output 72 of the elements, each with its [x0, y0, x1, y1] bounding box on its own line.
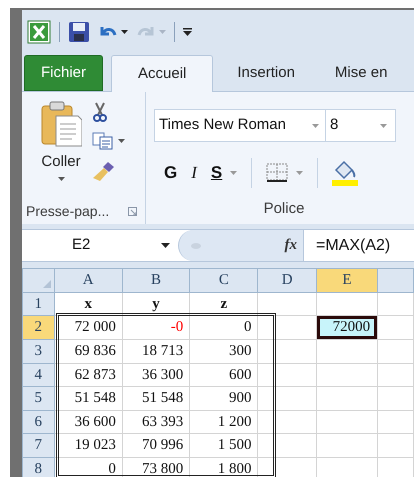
column-header[interactable]: D [258, 268, 316, 292]
column-header[interactable]: C [190, 268, 258, 292]
table-cell-text: 72 000 [74, 318, 117, 338]
column-header[interactable]: B [122, 268, 190, 292]
spreadsheet-logo-icon[interactable] [27, 20, 51, 44]
table-cell-text: 1 500 [216, 436, 252, 455]
table-cell-text: 0 [107, 460, 117, 477]
active-cell[interactable]: 72000 [316, 316, 378, 339]
table-cell-text: 62 873 [74, 366, 117, 384]
table-cell-text: 18 713 [140, 342, 184, 361]
table-cell-text: 73 800 [140, 460, 184, 477]
table-cell-text: 1 800 [216, 460, 252, 477]
caret-icon [230, 171, 238, 175]
dialog-launcher-icon[interactable] [128, 206, 137, 216]
borders-icon[interactable] [266, 163, 288, 183]
table-cell-text: 51 548 [140, 389, 184, 408]
caret-icon [296, 171, 304, 175]
row-header[interactable]: 4 [22, 363, 54, 386]
table-cell-text: 70 996 [140, 436, 184, 455]
table-cell-text: 36 300 [140, 366, 184, 384]
ribbon-tab[interactable]: Insertion [221, 55, 311, 91]
file-tab[interactable]: Fichier [24, 55, 104, 91]
table-cell-text: 1 200 [216, 412, 252, 432]
row-header[interactable]: 5 [22, 386, 54, 410]
caret-icon [161, 243, 170, 248]
caret-icon [380, 124, 387, 128]
clipboard-icon [40, 100, 82, 148]
bold-button[interactable]: G [164, 160, 178, 186]
column-header[interactable]: A [54, 268, 122, 292]
ribbon-tab[interactable]: Mise en [318, 55, 404, 91]
format-painter-icon[interactable] [92, 160, 116, 182]
table-cell-text: 0 [242, 318, 252, 338]
paste-button[interactable]: Coller [36, 100, 86, 198]
table-cell-text: 300 [228, 342, 252, 361]
column-header[interactable]: E [316, 268, 378, 292]
caret-icon [159, 30, 166, 34]
row-header[interactable]: 8 [22, 457, 54, 477]
group-label: Police [264, 199, 304, 219]
table-cell-text: 69 836 [74, 342, 117, 361]
italic-button[interactable]: I [191, 160, 197, 186]
insert-function-button[interactable]: fx [284, 234, 297, 257]
caret-icon [118, 139, 125, 143]
save-icon[interactable] [68, 21, 90, 43]
row-header[interactable]: 6 [22, 410, 54, 434]
row-header[interactable]: 1 [22, 292, 54, 316]
formula-field[interactable]: =MAX(A2) [316, 234, 390, 258]
table-cell-text: -0 [170, 318, 184, 338]
caret-icon [312, 124, 319, 128]
column-label: z [219, 294, 228, 314]
name-box[interactable]: E2 [22, 230, 178, 261]
caret-icon [58, 177, 64, 181]
copy-icon[interactable] [92, 132, 114, 150]
customize-menu-icon[interactable] [183, 28, 192, 36]
caret-icon [121, 30, 128, 34]
table-cell-text: 51 548 [74, 389, 117, 408]
table-cell-text: 63 393 [140, 412, 184, 432]
row-header[interactable]: 2 [22, 316, 54, 340]
font-name-field[interactable]: Times New Roman [154, 109, 326, 142]
underline-button[interactable]: S [210, 160, 222, 186]
column-label: x [83, 294, 93, 314]
table-cell-text: 36 600 [74, 412, 117, 432]
column-label: y [151, 294, 161, 314]
row-header[interactable]: 3 [22, 340, 54, 363]
table-cell-text: 900 [228, 389, 252, 408]
scissors-icon[interactable] [92, 102, 108, 122]
fill-bucket-icon[interactable] [332, 160, 358, 186]
group-label: Presse-pap... [26, 202, 110, 221]
ribbon-tab[interactable]: Accueil [111, 55, 214, 92]
table-cell-text: 19 023 [74, 436, 117, 455]
table-cell-text: 600 [228, 366, 252, 384]
font-size-field[interactable]: 8 [326, 109, 396, 142]
row-header[interactable]: 7 [22, 434, 54, 457]
